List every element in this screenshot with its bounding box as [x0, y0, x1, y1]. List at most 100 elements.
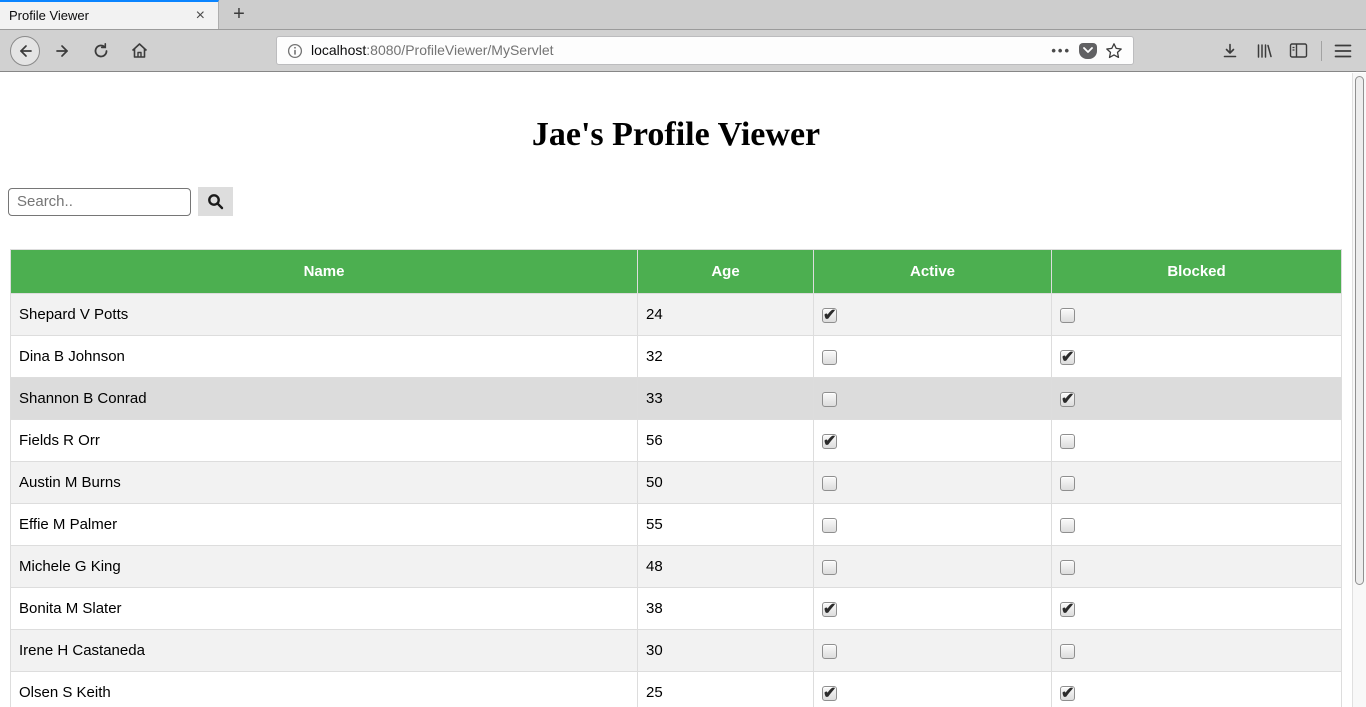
search-row [8, 187, 1352, 216]
url-host: localhost [311, 41, 367, 58]
blocked-checkbox[interactable] [1060, 389, 1075, 409]
search-button[interactable] [198, 187, 233, 216]
bookmark-star-icon[interactable] [1105, 42, 1123, 60]
page-actions-icon[interactable]: ••• [1051, 43, 1071, 58]
table-row: Irene H Castaneda 30 [10, 629, 1342, 672]
tab-bar: Profile Viewer × + [0, 0, 1366, 29]
forward-button[interactable] [48, 36, 78, 66]
table-row: Michele G King 48 [10, 545, 1342, 588]
blocked-checkbox[interactable] [1060, 517, 1075, 533]
column-header-age: Age [637, 249, 814, 294]
reload-button[interactable] [86, 36, 116, 66]
age-cell: 25 [637, 671, 814, 707]
table-row: Shepard V Potts 24 [10, 293, 1342, 336]
new-tab-button[interactable]: + [219, 0, 259, 29]
url-path: :8080/ProfileViewer/MyServlet [366, 41, 554, 58]
back-button[interactable] [10, 35, 40, 66]
tab-title: Profile Viewer [9, 8, 89, 23]
site-info-icon[interactable] [287, 43, 303, 59]
pocket-icon[interactable] [1079, 42, 1097, 59]
blocked-checkbox[interactable] [1060, 475, 1075, 491]
name-cell: Michele G King [10, 545, 638, 588]
blocked-checkbox[interactable] [1060, 599, 1075, 619]
age-cell: 55 [637, 503, 814, 546]
home-icon [130, 41, 149, 60]
library-button[interactable] [1251, 38, 1277, 64]
blocked-cell [1051, 545, 1342, 588]
active-cell [813, 503, 1052, 546]
active-checkbox[interactable] [822, 683, 837, 703]
active-checkbox[interactable] [822, 305, 837, 325]
table-row: Effie M Palmer 55 [10, 503, 1342, 546]
download-button[interactable] [1217, 38, 1243, 64]
blocked-cell [1051, 587, 1342, 630]
active-checkbox[interactable] [822, 475, 837, 491]
active-checkbox[interactable] [822, 559, 837, 575]
tab-profile-viewer[interactable]: Profile Viewer × [0, 0, 219, 29]
url-bar[interactable]: localhost:8080/ProfileViewer/MyServlet •… [276, 36, 1134, 65]
blocked-checkbox[interactable] [1060, 643, 1075, 659]
active-cell [813, 587, 1052, 630]
blocked-cell [1051, 629, 1342, 672]
blocked-checkbox[interactable] [1060, 347, 1075, 367]
url-text: localhost:8080/ProfileViewer/MyServlet [311, 42, 554, 60]
blocked-cell [1051, 461, 1342, 504]
name-cell: Shepard V Potts [10, 293, 638, 336]
age-cell: 33 [637, 377, 814, 420]
active-checkbox[interactable] [822, 391, 837, 407]
toolbar-separator [1321, 40, 1322, 61]
name-cell: Austin M Burns [10, 461, 638, 504]
toolbar-right-icons [1209, 38, 1356, 64]
column-header-blocked: Blocked [1051, 249, 1342, 294]
table-row: Bonita M Slater 38 [10, 587, 1342, 630]
active-checkbox[interactable] [822, 431, 837, 451]
active-cell [813, 377, 1052, 420]
blocked-cell [1051, 419, 1342, 462]
active-checkbox[interactable] [822, 599, 837, 619]
blocked-checkbox[interactable] [1060, 683, 1075, 703]
profile-table: NameAgeActiveBlocked Shepard V Potts24Di… [10, 249, 1342, 707]
blocked-cell [1051, 377, 1342, 420]
table-row: Fields R Orr 56 [10, 419, 1342, 462]
home-button[interactable] [124, 36, 154, 66]
active-cell [813, 671, 1052, 707]
blocked-checkbox[interactable] [1060, 307, 1075, 323]
browser-toolbar: localhost:8080/ProfileViewer/MyServlet •… [0, 29, 1366, 72]
vertical-scrollbar[interactable] [1352, 73, 1366, 707]
active-cell [813, 293, 1052, 336]
age-cell: 24 [637, 293, 814, 336]
table-header-row: Name Age Active Blocked [10, 249, 1342, 294]
blocked-cell [1051, 671, 1342, 707]
age-cell: 48 [637, 545, 814, 588]
column-header-name: Name [10, 249, 638, 294]
blocked-checkbox[interactable] [1060, 433, 1075, 449]
age-cell: 30 [637, 629, 814, 672]
profile-table-body: Shepard V Potts24Dina B Johnson32Shannon… [10, 293, 1342, 707]
blocked-cell [1051, 293, 1342, 336]
scrollbar-thumb[interactable] [1355, 76, 1364, 585]
tab-close-icon[interactable]: × [192, 6, 209, 26]
forward-icon [54, 42, 72, 60]
blocked-checkbox[interactable] [1060, 559, 1075, 575]
active-checkbox[interactable] [822, 349, 837, 365]
active-checkbox[interactable] [822, 643, 837, 659]
back-icon [16, 42, 34, 60]
active-cell [813, 419, 1052, 462]
age-cell: 38 [637, 587, 814, 630]
active-cell [813, 461, 1052, 504]
name-cell: Olsen S Keith [10, 671, 638, 707]
page-title: Jae's Profile Viewer [531, 116, 821, 153]
active-checkbox[interactable] [822, 517, 837, 533]
column-header-active: Active [813, 249, 1052, 294]
age-cell: 32 [637, 335, 814, 378]
sidebar-button[interactable] [1285, 38, 1311, 64]
menu-button[interactable] [1330, 38, 1356, 64]
page-content: Jae's Profile Viewer NameAgeActiveBlocke… [0, 73, 1352, 707]
name-cell: Effie M Palmer [10, 503, 638, 546]
search-input[interactable] [8, 187, 191, 216]
name-cell: Dina B Johnson [10, 335, 638, 378]
blocked-cell [1051, 335, 1342, 378]
magnifier-icon [207, 193, 224, 210]
table-row: Austin M Burns 50 [10, 461, 1342, 504]
age-cell: 56 [637, 419, 814, 462]
